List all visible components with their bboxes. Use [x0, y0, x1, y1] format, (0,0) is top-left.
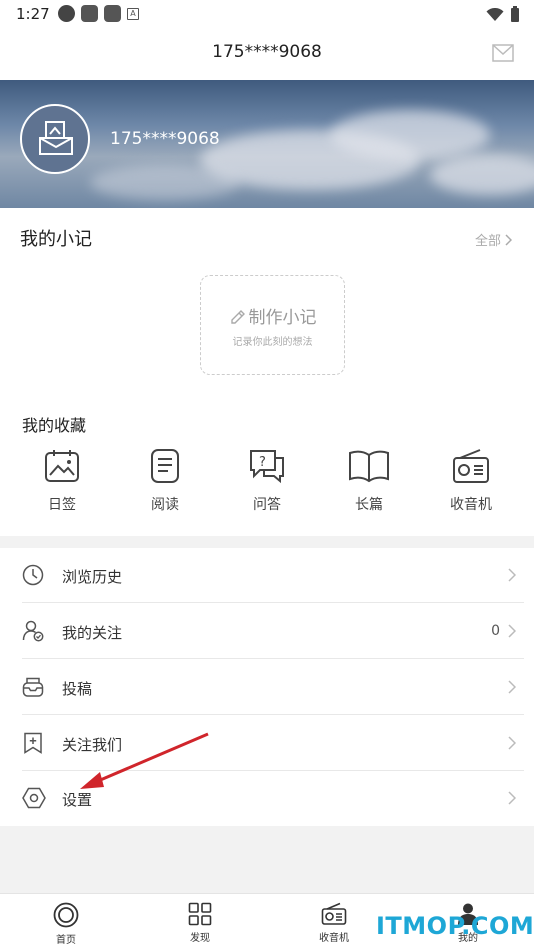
- grid-icon: [188, 902, 212, 926]
- wifi-icon: [486, 7, 504, 21]
- nav-item-discover[interactable]: 发现: [170, 902, 230, 944]
- menu-item-follow-us[interactable]: 关注我们: [0, 716, 534, 771]
- profile-banner[interactable]: 175****9068: [0, 80, 534, 208]
- home-ring-icon: [53, 902, 79, 928]
- view-all-link[interactable]: 全部: [475, 230, 512, 249]
- nav-label: 首页: [56, 935, 76, 946]
- banner-cloud: [430, 155, 534, 195]
- radio-icon: [321, 902, 347, 925]
- clock-icon: [22, 564, 44, 586]
- favorite-item-qa[interactable]: ? 问答: [227, 448, 307, 514]
- chevron-right-icon: [508, 680, 516, 694]
- radio-icon: [453, 449, 489, 483]
- make-note-title-text: 制作小记: [248, 308, 317, 328]
- divider: [22, 714, 524, 715]
- favorite-label: 收音机: [450, 497, 492, 513]
- mail-icon[interactable]: [492, 44, 514, 62]
- nav-label: 发现: [190, 933, 210, 944]
- avatar[interactable]: [20, 104, 90, 174]
- make-note-subtitle: 记录你此刻的想法: [232, 337, 313, 348]
- status-system-icons: [486, 6, 520, 23]
- user-check-icon: [22, 620, 44, 642]
- inbox-icon: [22, 677, 44, 697]
- menu-item-history[interactable]: 浏览历史: [0, 548, 534, 603]
- favorite-label: 长篇: [355, 497, 383, 513]
- status-bar: 1:27 A: [0, 0, 534, 28]
- favorite-label: 阅读: [151, 497, 179, 513]
- qa-bubbles-icon: ?: [250, 450, 284, 484]
- favorites-row: 日签 阅读 ? 问答 长篇 收音机: [0, 448, 534, 518]
- status-time: 1:27: [16, 5, 50, 23]
- menu-item-label: 投稿: [62, 680, 93, 698]
- divider: [22, 658, 524, 659]
- document-icon: [151, 449, 179, 483]
- app-square-icon: [81, 5, 98, 22]
- profile-username: 175****9068: [110, 129, 220, 149]
- nav-item-radio[interactable]: 收音机: [304, 902, 364, 944]
- menu-item-settings[interactable]: 设置: [0, 771, 534, 826]
- avatar-mailbox-icon: [39, 121, 73, 155]
- chevron-right-icon: [508, 624, 516, 638]
- menu-item-following[interactable]: 我的关注 0: [0, 604, 534, 659]
- chevron-right-icon: [505, 233, 512, 246]
- banner-cloud: [330, 110, 490, 160]
- favorite-item-longform[interactable]: 长篇: [329, 448, 409, 514]
- battery-icon: [511, 6, 519, 22]
- favorite-item-radio[interactable]: 收音机: [431, 448, 511, 514]
- a-badge-icon: A: [127, 8, 139, 20]
- app-square-icon: [104, 5, 121, 22]
- watermark: ITMOP.COM: [376, 912, 534, 940]
- favorite-item-daily[interactable]: 日签: [22, 448, 102, 514]
- calendar-photo-icon: [45, 450, 79, 482]
- favorites-section-title: 我的收藏: [22, 416, 87, 435]
- bookmark-plus-icon: [24, 732, 42, 754]
- nav-label: 收音机: [319, 933, 349, 944]
- status-notification-icons: A: [58, 5, 139, 22]
- favorite-label: 日签: [48, 497, 76, 513]
- favorite-label: 问答: [253, 497, 281, 513]
- pencil-icon: [230, 310, 245, 324]
- notes-card: 我的小记 全部 制作小记 记录你此刻的想法 我的收藏 日签 阅读 ? 问答 长篇…: [0, 208, 534, 536]
- menu-item-label: 浏览历史: [62, 568, 123, 586]
- settings-menu: 浏览历史 我的关注 0 投稿 关注我们 设置: [0, 548, 534, 826]
- view-all-label: 全部: [474, 234, 501, 249]
- svg-text:?: ?: [259, 455, 266, 470]
- nav-circle-icon: [58, 5, 75, 22]
- chevron-right-icon: [508, 791, 516, 805]
- following-count: 0: [491, 623, 500, 639]
- make-note-button[interactable]: 制作小记 记录你此刻的想法: [200, 275, 345, 375]
- menu-item-label: 我的关注: [62, 624, 123, 642]
- divider: [22, 602, 524, 603]
- notes-section-title: 我的小记: [20, 229, 92, 250]
- hexagon-settings-icon: [22, 787, 46, 809]
- favorite-item-reading[interactable]: 阅读: [125, 448, 205, 514]
- make-note-title: 制作小记: [201, 303, 344, 328]
- open-book-icon: [349, 450, 389, 483]
- chevron-right-icon: [508, 568, 516, 582]
- banner-cloud: [90, 165, 240, 200]
- menu-item-label: 关注我们: [62, 736, 123, 754]
- menu-item-label: 设置: [62, 791, 93, 809]
- nav-item-home[interactable]: 首页: [36, 902, 96, 946]
- top-bar: 175****9068: [0, 28, 534, 80]
- menu-item-submit[interactable]: 投稿: [0, 660, 534, 715]
- chevron-right-icon: [508, 736, 516, 750]
- page-title: 175****9068: [212, 42, 322, 62]
